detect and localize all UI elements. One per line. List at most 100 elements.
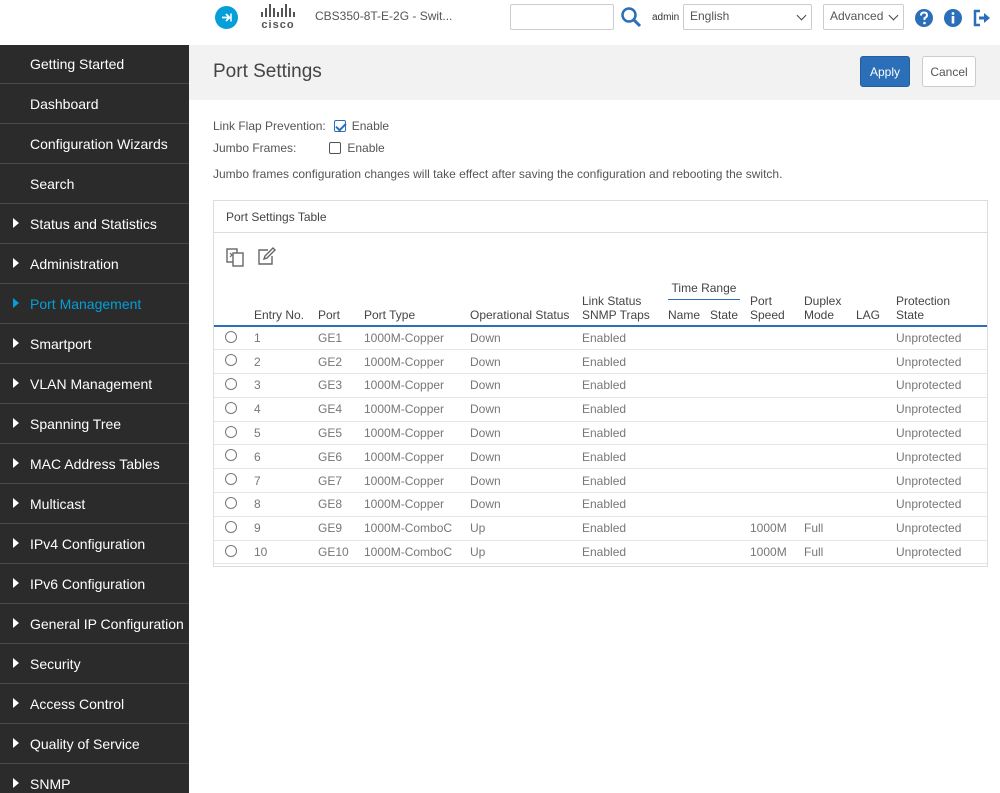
chevron-right-icon — [13, 338, 19, 348]
cell-port: GE8 — [314, 492, 360, 517]
cell-speed — [746, 326, 800, 351]
table-row[interactable]: 10 GE10 1000M-ComboC Up Enabled 1000M Full Unpr… — [214, 540, 987, 565]
cell-type: 1000M-Copper — [360, 421, 466, 446]
sidebar-item-snmp[interactable]: SNMP — [0, 764, 189, 793]
row-radio[interactable] — [225, 330, 237, 343]
row-radio[interactable] — [225, 354, 237, 367]
sidebar-item-vlan-management[interactable]: VLAN Management — [0, 364, 189, 404]
duplex-line2: Mode — [804, 308, 835, 322]
table-row[interactable]: 8 GE8 1000M-Copper Down Enabled Unprotected — [214, 492, 987, 517]
sidebar-item-ipv6-configuration[interactable]: IPv6 Configuration — [0, 564, 189, 604]
search-icon[interactable] — [620, 6, 642, 28]
cell-traps: Enabled — [578, 349, 658, 375]
cell-name — [658, 468, 706, 494]
cell-port: GE4 — [314, 397, 360, 422]
row-radio[interactable] — [225, 473, 237, 486]
row-radio[interactable] — [225, 425, 237, 438]
cell-speed — [746, 492, 800, 517]
table-row[interactable]: 3 GE3 1000M-Copper Down Enabled Unprotected — [214, 373, 987, 398]
sidebar-item-ipv4-configuration[interactable]: IPv4 Configuration — [0, 524, 189, 564]
sidebar-item-getting-started[interactable]: Getting Started — [0, 45, 189, 84]
cell-duplex: Full — [800, 540, 852, 565]
sidebar-item-label: SNMP — [30, 775, 71, 792]
cell-duplex — [800, 326, 852, 351]
mode-value: Advanced — [830, 9, 884, 23]
cell-state — [706, 516, 746, 541]
cell-entry: 6 — [250, 444, 314, 470]
cell-protection: Unprotected — [892, 326, 987, 351]
cell-traps: Enabled — [578, 373, 658, 398]
sidebar-item-administration[interactable]: Administration — [0, 244, 189, 284]
language-select[interactable]: English — [683, 4, 812, 30]
row-radio[interactable] — [225, 496, 237, 509]
cancel-button[interactable]: Cancel — [922, 56, 976, 87]
row-radio[interactable] — [225, 544, 237, 557]
cell-lag — [852, 444, 892, 470]
sidebar-item-general-ip-configuration[interactable]: General IP Configuration — [0, 604, 189, 644]
cell-duplex — [800, 421, 852, 446]
chevron-right-icon — [13, 258, 19, 268]
help-icon[interactable] — [914, 8, 934, 28]
sidebar-item-smartport[interactable]: Smartport — [0, 324, 189, 364]
jumbo-frames-checkbox[interactable] — [329, 142, 342, 154]
cell-traps: Enabled — [578, 397, 658, 422]
cell-oper: Down — [466, 373, 578, 398]
cell-protection: Unprotected — [892, 397, 987, 422]
row-radio[interactable] — [225, 377, 237, 390]
cell-oper: Up — [466, 516, 578, 541]
cell-state — [706, 468, 746, 494]
table-row[interactable]: 6 GE6 1000M-Copper Down Enabled Unprotected — [214, 444, 987, 470]
cell-lag — [852, 421, 892, 446]
sidebar-item-mac-address-tables[interactable]: MAC Address Tables — [0, 444, 189, 484]
protection-line1: Protection — [896, 294, 951, 308]
user-name: admin — [652, 12, 680, 23]
row-radio[interactable] — [225, 520, 237, 533]
jumbo-frames-enable-label: Enable — [347, 141, 385, 155]
table-row[interactable]: 2 GE2 1000M-Copper Down Enabled Unprotected — [214, 349, 987, 375]
cell-duplex — [800, 349, 852, 375]
table-row[interactable]: 9 GE9 1000M-ComboC Up Enabled 1000M Full Unprot… — [214, 516, 987, 541]
cell-protection: Unprotected — [892, 540, 987, 565]
cell-protection: Unprotected — [892, 444, 987, 470]
search-input[interactable] — [510, 4, 614, 30]
copy-settings-icon[interactable] — [225, 246, 247, 268]
table-row[interactable]: 5 GE5 1000M-Copper Down Enabled Unprotected — [214, 421, 987, 446]
logout-icon[interactable] — [972, 8, 992, 28]
row-select-cell — [214, 444, 250, 470]
sidebar-item-label: Port Management — [30, 295, 142, 312]
info-icon[interactable] — [943, 8, 963, 28]
sidebar-item-spanning-tree[interactable]: Spanning Tree — [0, 404, 189, 444]
sidebar-item-quality-of-service[interactable]: Quality of Service — [0, 724, 189, 764]
cell-state — [706, 349, 746, 375]
sidebar-item-port-management[interactable]: Port Management — [0, 284, 189, 324]
row-select-cell — [214, 421, 250, 446]
sidebar-item-multicast[interactable]: Multicast — [0, 484, 189, 524]
apply-button[interactable]: Apply — [860, 56, 910, 87]
sidebar-item-status-and-statistics[interactable]: Status and Statistics — [0, 204, 189, 244]
sidebar-item-search[interactable]: Search — [0, 164, 189, 204]
table-row[interactable]: 1 GE1 1000M-Copper Down Enabled Unprotected — [214, 326, 987, 351]
sidebar-item-access-control[interactable]: Access Control — [0, 684, 189, 724]
chevron-right-icon — [13, 458, 19, 468]
chevron-right-icon — [13, 658, 19, 668]
cell-port: GE1 — [314, 326, 360, 351]
cell-type: 1000M-Copper — [360, 444, 466, 470]
sidebar-item-label: IPv6 Configuration — [30, 575, 146, 592]
chevron-right-icon — [13, 498, 19, 508]
nav-toggle-icon[interactable] — [215, 6, 238, 29]
row-radio[interactable] — [225, 401, 237, 414]
link-flap-checkbox[interactable] — [333, 120, 346, 132]
table-row[interactable]: 7 GE7 1000M-Copper Down Enabled Unprotected — [214, 468, 987, 494]
sidebar-item-configuration-wizards[interactable]: Configuration Wizards — [0, 124, 189, 164]
row-radio[interactable] — [225, 449, 237, 462]
cell-entry: 10 — [250, 540, 314, 565]
cell-port: GE2 — [314, 349, 360, 375]
sidebar-item-dashboard[interactable]: Dashboard — [0, 84, 189, 124]
cell-type: 1000M-ComboC — [360, 516, 466, 541]
sidebar-item-security[interactable]: Security — [0, 644, 189, 684]
table-row[interactable]: 4 GE4 1000M-Copper Down Enabled Unprotected — [214, 397, 987, 422]
edit-icon[interactable] — [256, 246, 278, 268]
cell-state — [706, 492, 746, 517]
cell-entry: 9 — [250, 516, 314, 541]
mode-select[interactable]: Advanced — [823, 4, 904, 30]
